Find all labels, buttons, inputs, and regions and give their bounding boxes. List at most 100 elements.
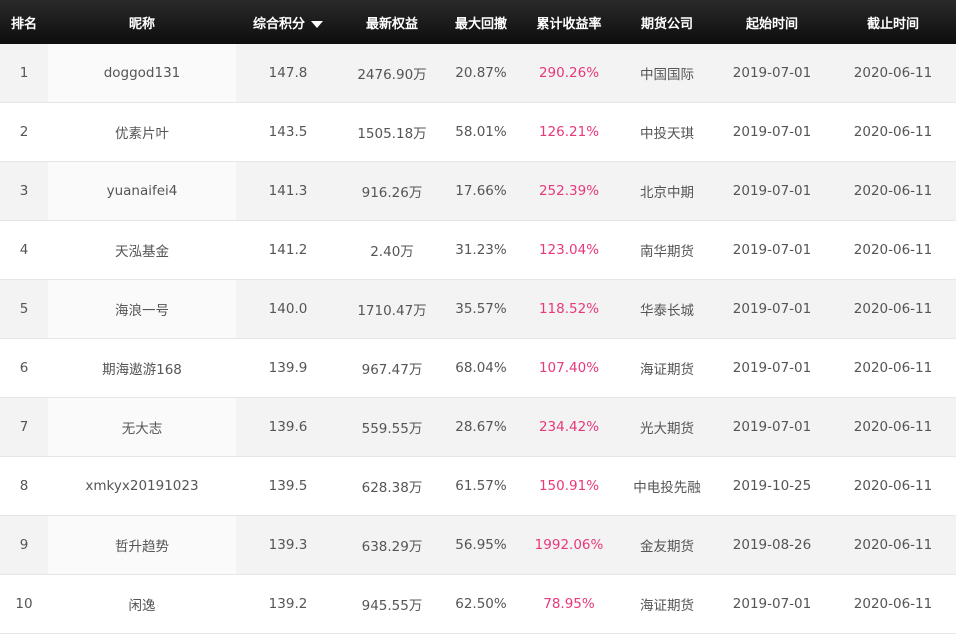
header-score[interactable]: 综合积分: [236, 13, 340, 32]
rank-cell: 9: [19, 537, 29, 553]
header-company[interactable]: 期货公司: [620, 13, 714, 32]
header-equity[interactable]: 最新权益: [340, 13, 444, 32]
start-date-cell: 2019-07-01: [732, 360, 812, 376]
return-cell: 107.40%: [538, 360, 600, 376]
end-date-cell: 2020-06-11: [853, 301, 933, 317]
nickname-cell[interactable]: 优素片叶: [48, 103, 236, 161]
header-nickname[interactable]: 昵称: [48, 13, 236, 32]
rank-cell: 1: [19, 65, 29, 81]
nickname-cell[interactable]: doggod131: [48, 44, 236, 102]
rank-cell: 6: [19, 360, 29, 376]
equity-cell: 945.55万: [361, 598, 423, 614]
equity-cell: 1505.18万: [357, 126, 427, 142]
nickname-cell[interactable]: 无大志: [48, 398, 236, 456]
header-start[interactable]: 起始时间: [714, 13, 830, 32]
nickname-cell[interactable]: yuanaifei4: [48, 162, 236, 220]
score-cell: 139.9: [268, 360, 308, 376]
start-date-cell: 2019-07-01: [732, 183, 812, 199]
table-row[interactable]: 4 天泓基金 141.2 2.40万 31.23% 123.04% 南华期货 2019-07-…: [0, 221, 956, 280]
header-end[interactable]: 截止时间: [830, 13, 956, 32]
nickname-cell[interactable]: 期海遨游168: [48, 339, 236, 397]
drawdown-cell: 17.66%: [455, 183, 507, 199]
return-cell: 290.26%: [538, 65, 600, 81]
company-cell: 南华期货: [640, 244, 694, 260]
drawdown-cell: 20.87%: [455, 65, 507, 81]
header-return[interactable]: 累计收益率: [518, 13, 620, 32]
rank-cell: 5: [19, 301, 29, 317]
table-row[interactable]: 6 期海遨游168 139.9 967.47万 68.04% 107.40% 海证期货 201…: [0, 339, 956, 398]
equity-cell: 1710.47万: [357, 303, 427, 319]
rank-cell: 8: [19, 478, 29, 494]
company-cell: 华泰长城: [640, 303, 694, 319]
table-row[interactable]: 3 yuanaifei4 141.3 916.26万 17.66% 252.39% 北京中期…: [0, 162, 956, 221]
caret-down-icon[interactable]: [311, 20, 323, 28]
table-row[interactable]: 7 无大志 139.6 559.55万 28.67% 234.42% 光大期货 2019-07…: [0, 398, 956, 457]
table-row[interactable]: 5 海浪一号 140.0 1710.47万 35.57% 118.52% 华泰长城 2019-…: [0, 280, 956, 339]
nickname-cell[interactable]: 哲升趋势: [48, 516, 236, 574]
return-cell: 150.91%: [538, 478, 600, 494]
score-cell: 141.2: [268, 242, 308, 258]
end-date-cell: 2020-06-11: [853, 537, 933, 553]
company-cell: 中电投先融: [633, 480, 701, 496]
score-cell: 139.2: [268, 596, 308, 612]
nickname-cell[interactable]: 海浪一号: [48, 280, 236, 338]
equity-cell: 967.47万: [361, 362, 423, 378]
return-cell: 78.95%: [543, 596, 595, 612]
company-cell: 中国国际: [640, 67, 694, 83]
return-cell: 126.21%: [538, 124, 600, 140]
drawdown-cell: 58.01%: [455, 124, 507, 140]
company-cell: 金友期货: [640, 539, 694, 555]
start-date-cell: 2019-07-01: [732, 65, 812, 81]
return-cell: 252.39%: [538, 183, 600, 199]
score-cell: 140.0: [268, 301, 308, 317]
equity-cell: 628.38万: [361, 480, 423, 496]
equity-cell: 2476.90万: [357, 67, 427, 83]
nickname-cell[interactable]: 天泓基金: [48, 221, 236, 279]
equity-cell: 638.29万: [361, 539, 423, 555]
start-date-cell: 2019-08-26: [732, 537, 812, 553]
company-cell: 北京中期: [640, 185, 694, 201]
header-rank[interactable]: 排名: [0, 13, 48, 32]
table-row[interactable]: 8 xmkyx20191023 139.5 628.38万 61.57% 150.91% 中…: [0, 457, 956, 516]
rank-cell: 7: [19, 419, 29, 435]
rank-cell: 10: [15, 596, 33, 612]
table-body: 1 doggod131 147.8 2476.90万 20.87% 290.26% 中国国际…: [0, 44, 956, 634]
end-date-cell: 2020-06-11: [853, 478, 933, 494]
return-cell: 123.04%: [538, 242, 600, 258]
rank-cell: 2: [19, 124, 29, 140]
end-date-cell: 2020-06-11: [853, 419, 933, 435]
header-drawdown[interactable]: 最大回撤: [444, 13, 518, 32]
start-date-cell: 2019-07-01: [732, 242, 812, 258]
drawdown-cell: 28.67%: [455, 419, 507, 435]
rank-cell: 4: [19, 242, 29, 258]
table-row[interactable]: 10 闲逸 139.2 945.55万 62.50% 78.95% 海证期货 2019-07-…: [0, 575, 956, 634]
nickname-cell[interactable]: 闲逸: [48, 575, 236, 633]
score-cell: 143.5: [268, 124, 308, 140]
end-date-cell: 2020-06-11: [853, 242, 933, 258]
end-date-cell: 2020-06-11: [853, 183, 933, 199]
return-cell: 118.52%: [538, 301, 600, 317]
company-cell: 海证期货: [640, 362, 694, 378]
table-row[interactable]: 2 优素片叶 143.5 1505.18万 58.01% 126.21% 中投天琪 2019-…: [0, 103, 956, 162]
end-date-cell: 2020-06-11: [853, 360, 933, 376]
start-date-cell: 2019-07-01: [732, 301, 812, 317]
drawdown-cell: 61.57%: [455, 478, 507, 494]
start-date-cell: 2019-07-01: [732, 124, 812, 140]
ranking-table: 排名 昵称 综合积分 最新权益 最大回撤 累计收益率 期货公司 起始时间 截止时…: [0, 0, 956, 634]
score-cell: 139.3: [268, 537, 308, 553]
drawdown-cell: 31.23%: [455, 242, 507, 258]
table-row[interactable]: 9 哲升趋势 139.3 638.29万 56.95% 1992.06% 金友期货 2019-…: [0, 516, 956, 575]
return-cell: 1992.06%: [534, 537, 604, 553]
start-date-cell: 2019-10-25: [732, 478, 812, 494]
drawdown-cell: 56.95%: [455, 537, 507, 553]
return-cell: 234.42%: [538, 419, 600, 435]
drawdown-cell: 62.50%: [455, 596, 507, 612]
end-date-cell: 2020-06-11: [853, 65, 933, 81]
start-date-cell: 2019-07-01: [732, 596, 812, 612]
score-cell: 141.3: [268, 183, 308, 199]
table-header: 排名 昵称 综合积分 最新权益 最大回撤 累计收益率 期货公司 起始时间 截止时…: [0, 0, 956, 44]
equity-cell: 916.26万: [361, 185, 423, 201]
table-row[interactable]: 1 doggod131 147.8 2476.90万 20.87% 290.26% 中国国际…: [0, 44, 956, 103]
nickname-cell[interactable]: xmkyx20191023: [48, 457, 236, 515]
drawdown-cell: 68.04%: [455, 360, 507, 376]
